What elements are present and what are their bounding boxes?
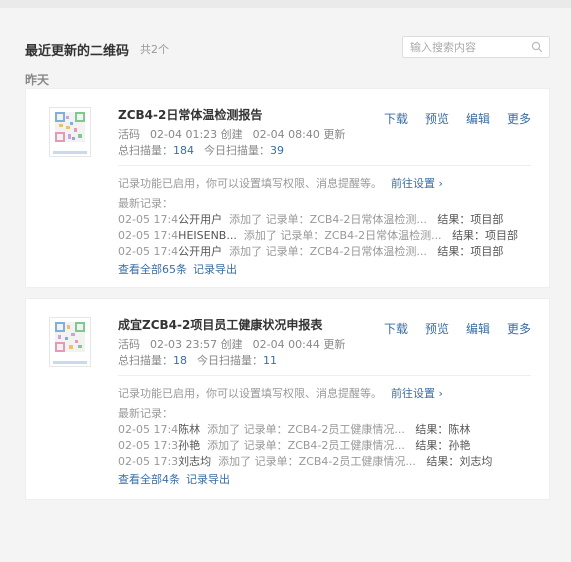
created-time: 02-03 23:57 创建 — [150, 338, 243, 351]
page-title: 最近更新的二维码 — [25, 44, 130, 59]
record-row: 02-05 17:3孙艳 添加了 记录单：ZCB4-2员工健康情况... 结果：… — [118, 437, 548, 453]
total-scans-label: 总扫描量： — [118, 354, 173, 367]
record-action: 添加了 记录单：ZCB4-2员工健康情况... — [207, 439, 405, 452]
notice-text: 记录功能已启用，你可以设置填写权限、消息提醒等。 — [118, 177, 382, 190]
download-link[interactable]: 下载 — [384, 322, 408, 336]
list-header: 最近更新的二维码 共2个 — [25, 36, 550, 62]
record-user: 刘志均 — [178, 455, 212, 468]
today-scans-label: 今日扫描量： — [204, 144, 270, 157]
record-notice: 记录功能已启用，你可以设置填写权限、消息提醒等。 前往设置 › — [118, 175, 443, 191]
card-actions: 下载 预览 编辑 更多 — [367, 320, 531, 337]
edit-link[interactable]: 编辑 — [466, 322, 490, 336]
created-time: 02-04 01:23 创建 — [150, 128, 243, 141]
record-time: 02-05 17:4 — [118, 423, 179, 436]
goto-settings-link[interactable]: 前往设置 › — [391, 387, 443, 400]
qrcode-icon — [55, 322, 85, 352]
record-links: 查看全部4条 记录导出 — [118, 471, 236, 487]
record-action: 添加了 记录单：ZCB4-2日常体温检测... — [229, 213, 427, 226]
view-all-records-link[interactable]: 查看全部65条 — [118, 263, 187, 276]
record-time: 02-05 17:4 — [118, 229, 179, 242]
record-time: 02-05 17:4 — [118, 245, 179, 258]
record-result: 结果：孙艳 — [415, 439, 471, 452]
updated-time: 02-04 08:40 更新 — [252, 128, 346, 141]
total-scans-value: 184 — [173, 144, 194, 157]
record-result: 结果：项目部 — [437, 213, 504, 226]
record-row: 02-05 17:4HEISENB... 添加了 记录单：ZCB4-2日常体温检… — [118, 227, 548, 243]
export-records-link[interactable]: 记录导出 — [186, 473, 230, 486]
record-notice: 记录功能已启用，你可以设置填写权限、消息提醒等。 前往设置 › — [118, 385, 443, 401]
top-border — [0, 0, 571, 8]
today-scans-value: 11 — [263, 354, 277, 367]
qrcode-icon — [55, 112, 85, 142]
qrcode-caption — [53, 361, 87, 364]
qrcode-thumbnail[interactable] — [49, 317, 91, 367]
more-link[interactable]: 更多 — [507, 112, 531, 126]
goto-settings-link[interactable]: 前往设置 › — [391, 177, 443, 190]
record-user: 孙艳 — [178, 439, 201, 452]
record-action: 添加了 记录单：ZCB4-2日常体温检测... — [229, 245, 427, 258]
record-user: 公开用户 — [178, 213, 223, 226]
card-actions: 下载 预览 编辑 更多 — [367, 110, 531, 127]
today-scans-value: 39 — [270, 144, 284, 157]
record-user: HEISENB... — [178, 229, 237, 242]
date-group-label: 昨天 — [25, 73, 50, 87]
divider — [118, 375, 531, 376]
preview-link[interactable]: 预览 — [425, 112, 449, 126]
download-link[interactable]: 下载 — [384, 112, 408, 126]
record-result: 结果：陈林 — [415, 423, 471, 436]
total-scans-label: 总扫描量： — [118, 144, 173, 157]
record-action: 添加了 记录单：ZCB4-2员工健康情况... — [218, 455, 416, 468]
record-row: 02-05 17:4公开用户 添加了 记录单：ZCB4-2日常体温检测... 结… — [118, 211, 548, 227]
records-label: 最新记录： — [118, 197, 173, 210]
scan-stats: 总扫描量：18 今日扫描量：11 — [118, 352, 277, 368]
qrcode-thumbnail[interactable] — [49, 107, 91, 157]
scan-stats: 总扫描量：184 今日扫描量：39 — [118, 142, 284, 158]
search-icon[interactable] — [531, 41, 543, 53]
status-badge: 活码 — [118, 338, 140, 351]
today-scans-label: 今日扫描量： — [197, 354, 263, 367]
qrcode-card: 成宜ZCB4-2项目员工健康状况申报表 活码 02-03 23:57 创建 02-0… — [25, 298, 550, 500]
qrcode-meta: 活码 02-04 01:23 创建 02-04 08:40 更新 — [118, 126, 345, 142]
qrcode-meta: 活码 02-03 23:57 创建 02-04 00:44 更新 — [118, 336, 345, 352]
more-link[interactable]: 更多 — [507, 322, 531, 336]
item-count: 共2个 — [140, 43, 169, 56]
record-action: 添加了 记录单：ZCB4-2员工健康情况... — [207, 423, 405, 436]
record-user: 陈林 — [178, 423, 201, 436]
record-result: 结果：项目部 — [452, 229, 519, 242]
record-time: 02-05 17:3 — [118, 439, 179, 452]
record-action: 添加了 记录单：ZCB4-2日常体温检测... — [243, 229, 442, 242]
status-badge: 活码 — [118, 128, 140, 141]
export-records-link[interactable]: 记录导出 — [193, 263, 237, 276]
qrcode-caption — [53, 151, 87, 154]
qrcode-card: ZCB4-2日常体温检测报告 活码 02-04 01:23 创建 02-04 08:… — [25, 88, 550, 288]
edit-link[interactable]: 编辑 — [466, 112, 490, 126]
search-box[interactable] — [402, 36, 550, 58]
qrcode-title[interactable]: ZCB4-2日常体温检测报告 — [118, 106, 262, 123]
preview-link[interactable]: 预览 — [425, 322, 449, 336]
record-row: 02-05 17:4公开用户 添加了 记录单：ZCB4-2日常体温检测... 结… — [118, 243, 548, 259]
search-input[interactable] — [403, 37, 530, 57]
total-scans-value: 18 — [173, 354, 187, 367]
divider — [118, 165, 531, 166]
record-row: 02-05 17:4陈林 添加了 记录单：ZCB4-2员工健康情况... 结果：… — [118, 421, 548, 437]
record-result: 结果：刘志均 — [426, 455, 493, 468]
view-all-records-link[interactable]: 查看全部4条 — [118, 473, 180, 486]
record-result: 结果：项目部 — [437, 245, 504, 258]
record-time: 02-05 17:3 — [118, 455, 179, 468]
records-label: 最新记录： — [118, 407, 173, 420]
record-row: 02-05 17:3刘志均 添加了 记录单：ZCB4-2员工健康情况... 结果… — [118, 453, 548, 469]
record-time: 02-05 17:4 — [118, 213, 179, 226]
record-user: 公开用户 — [178, 245, 223, 258]
notice-text: 记录功能已启用，你可以设置填写权限、消息提醒等。 — [118, 387, 382, 400]
updated-time: 02-04 00:44 更新 — [252, 338, 346, 351]
qrcode-title[interactable]: 成宜ZCB4-2项目员工健康状况申报表 — [118, 316, 322, 333]
record-links: 查看全部65条 记录导出 — [118, 261, 243, 277]
